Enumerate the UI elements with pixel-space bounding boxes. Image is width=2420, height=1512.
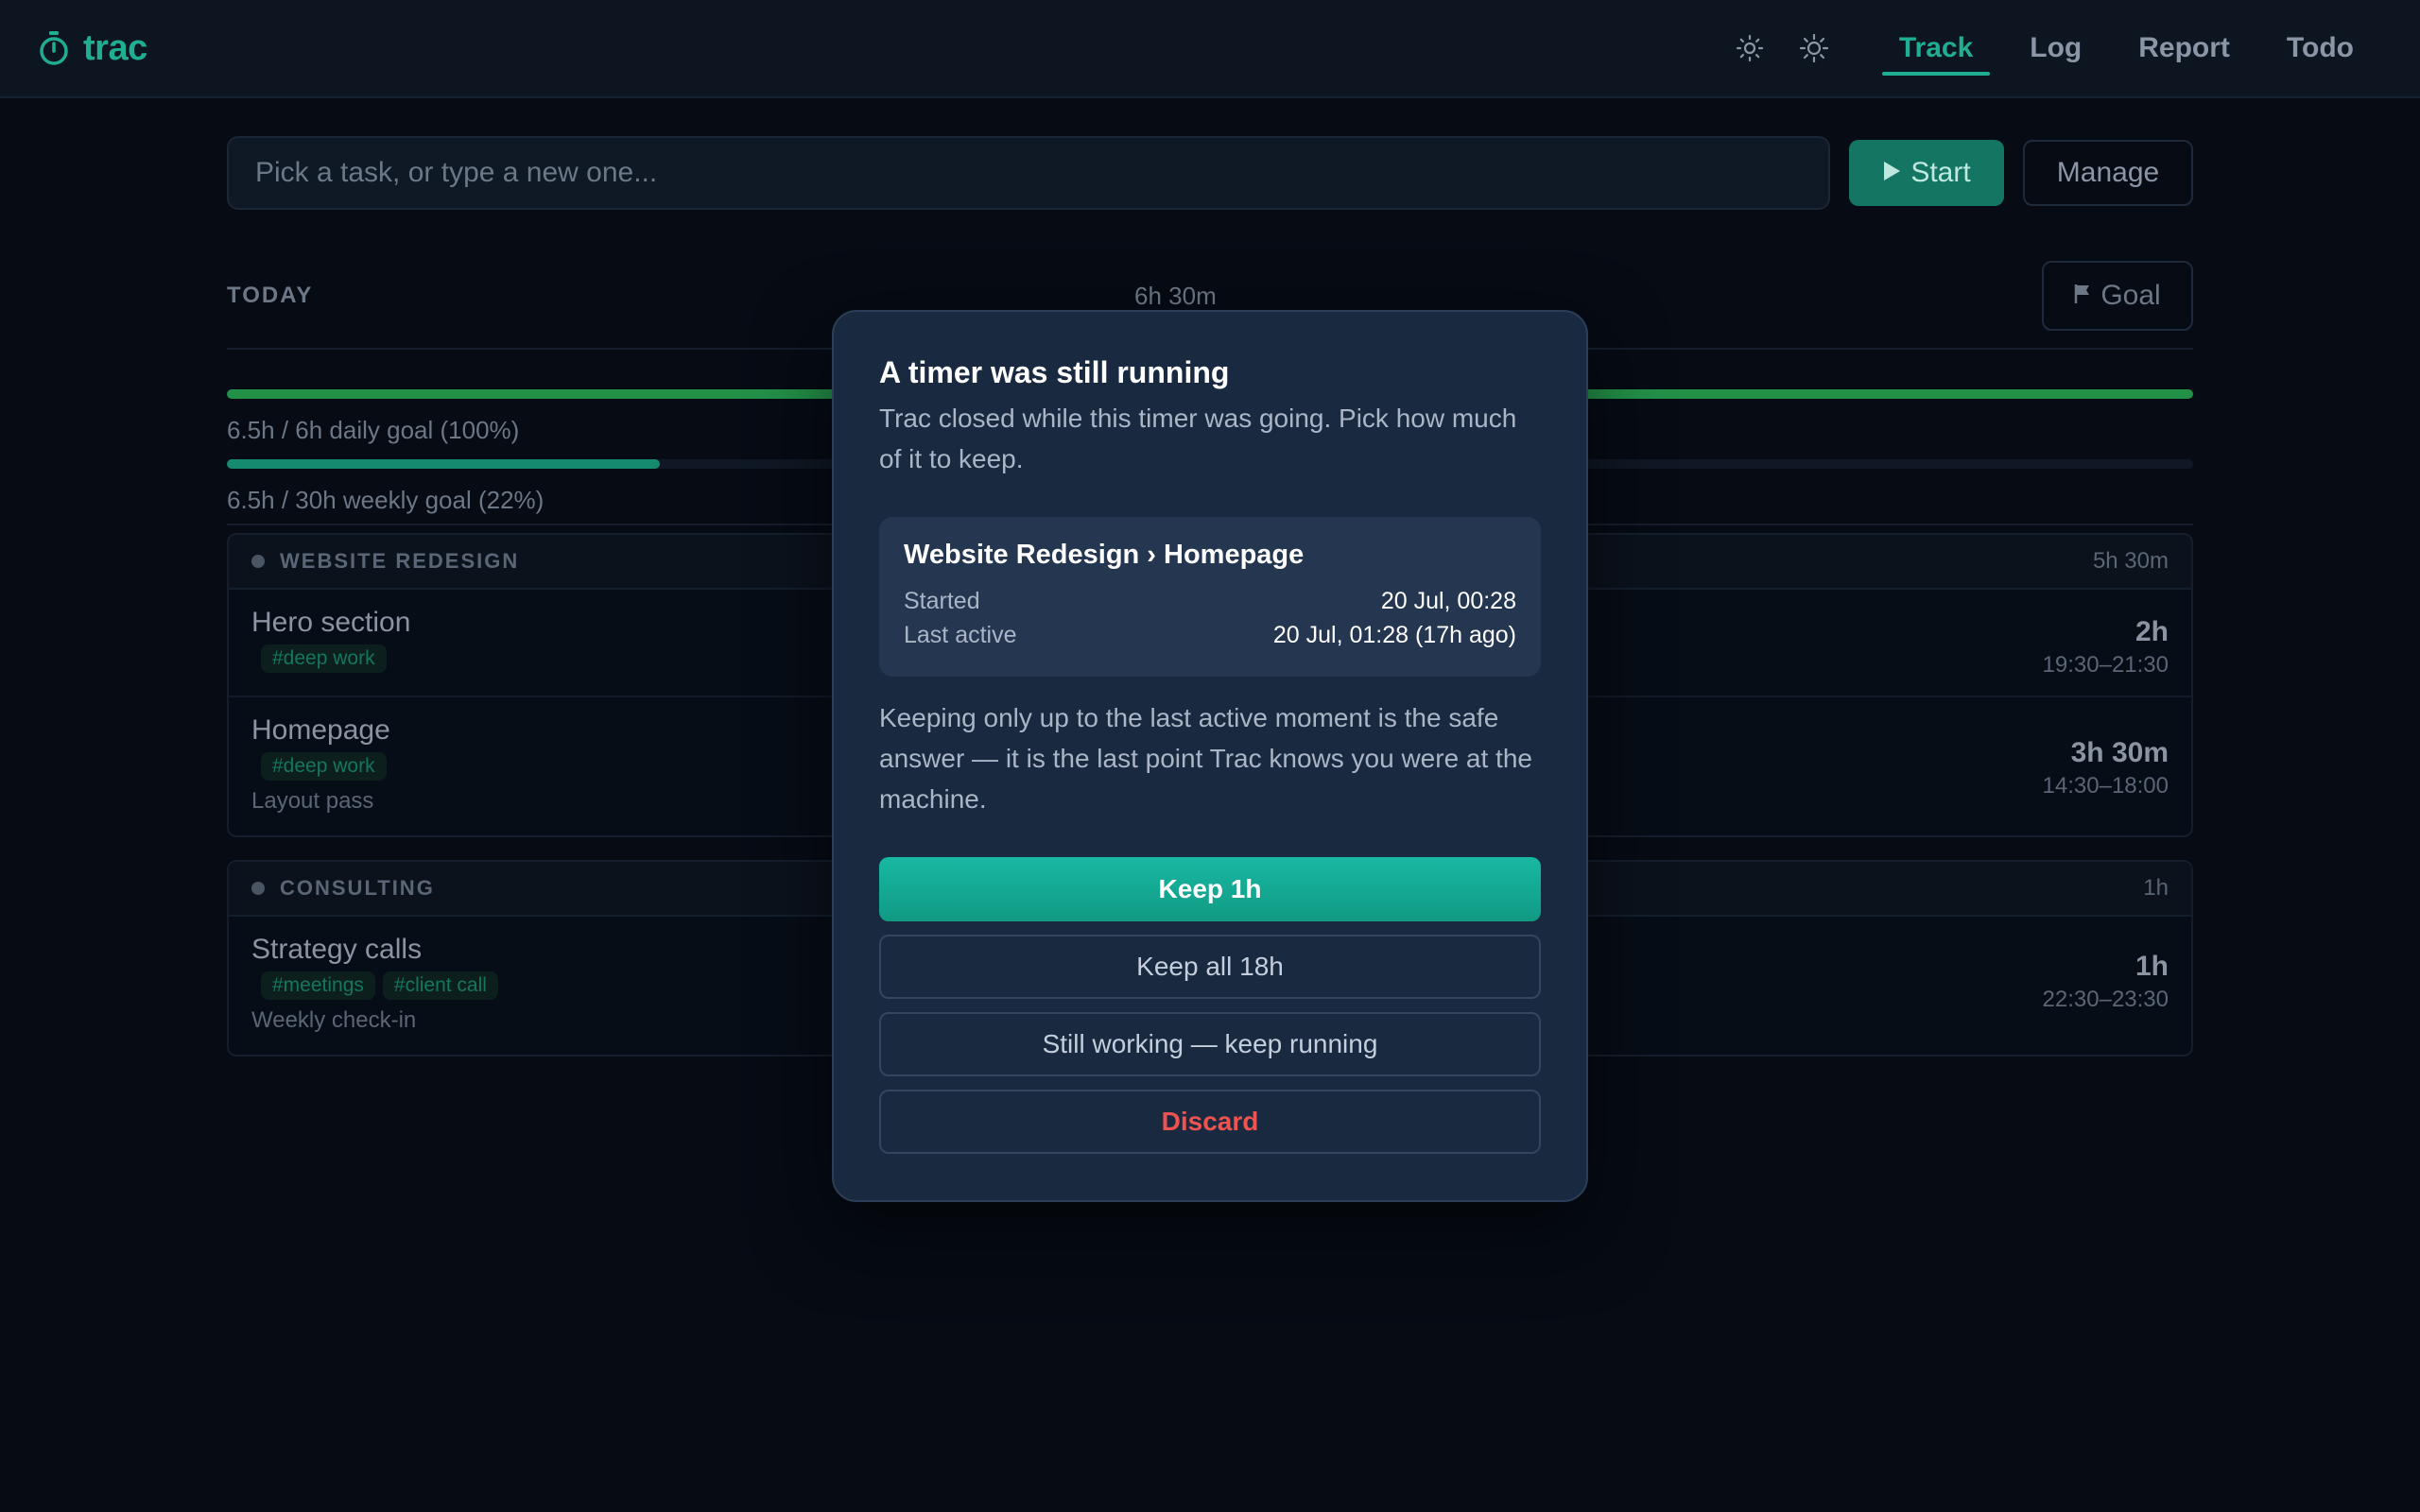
app-header: trac Track Log Report Todo bbox=[0, 0, 2420, 98]
sun-icon[interactable] bbox=[1788, 22, 1841, 75]
keep-1h-button[interactable]: Keep 1h bbox=[879, 857, 1541, 921]
entry-name: Homepage bbox=[251, 714, 390, 746]
today-label: TODAY bbox=[227, 283, 314, 308]
entry-tags: #deep work bbox=[261, 752, 390, 781]
sun-icon[interactable] bbox=[1723, 22, 1776, 75]
tag[interactable]: #meetings bbox=[261, 971, 375, 1000]
tab-todo[interactable]: Todo bbox=[2258, 0, 2382, 96]
task-input[interactable] bbox=[227, 136, 1830, 210]
start-button-label: Start bbox=[1910, 157, 1971, 188]
started-value: 20 Jul, 00:28 bbox=[1380, 588, 1516, 614]
timer-recovery-dialog: A timer was still running Trac closed wh… bbox=[832, 310, 1588, 1202]
project-total: 5h 30m bbox=[2092, 548, 2169, 574]
project-color-dot bbox=[251, 555, 265, 568]
manage-button[interactable]: Manage bbox=[2023, 140, 2193, 206]
project-title: WEBSITE REDESIGN bbox=[251, 549, 519, 574]
dialog-description: Trac closed while this timer was going. … bbox=[879, 404, 1517, 473]
tag[interactable]: #deep work bbox=[261, 644, 387, 673]
tag[interactable]: #deep work bbox=[261, 752, 387, 781]
entry-tags: #meetings #client call bbox=[261, 971, 498, 1000]
dialog-note: Keeping only up to the last active momen… bbox=[879, 703, 1532, 814]
started-label: Started bbox=[904, 588, 980, 614]
start-button[interactable]: Start bbox=[1849, 140, 2004, 206]
timer-info-box: Website Redesign › Homepage Started 20 J… bbox=[879, 517, 1541, 677]
tag[interactable]: #client call bbox=[382, 971, 498, 1000]
entry-duration: 3h 30m bbox=[2070, 737, 2169, 768]
project-title: CONSULTING bbox=[251, 876, 435, 901]
play-icon bbox=[1882, 157, 1901, 189]
entry-time-range: 19:30–21:30 bbox=[2042, 652, 2169, 678]
entry-name: Strategy calls bbox=[251, 934, 423, 965]
entry-time-range: 14:30–18:00 bbox=[2042, 773, 2169, 799]
brand[interactable]: trac bbox=[38, 28, 147, 69]
entry-note: Layout pass bbox=[251, 788, 374, 814]
discard-button[interactable]: Discard bbox=[879, 1090, 1541, 1154]
last-active-value: 20 Jul, 01:28 (17h ago) bbox=[1272, 622, 1516, 648]
project-name: CONSULTING bbox=[280, 876, 435, 900]
entry-name: Hero section bbox=[251, 607, 411, 638]
entry-note: Weekly check-in bbox=[251, 1007, 417, 1033]
last-active-label: Last active bbox=[904, 622, 1017, 648]
goal-button-label: Goal bbox=[2100, 280, 2161, 311]
entry-duration: 2h bbox=[2135, 616, 2169, 647]
flag-icon bbox=[2074, 280, 2091, 312]
keep-all-button[interactable]: Keep all 18h bbox=[879, 935, 1541, 999]
weekly-goal-fill bbox=[227, 459, 660, 469]
started-row: Started 20 Jul, 00:28 bbox=[904, 584, 1516, 618]
keep-running-button[interactable]: Still working — keep running bbox=[879, 1012, 1541, 1076]
header-actions: Track Log Report Todo bbox=[1723, 0, 2382, 96]
stopwatch-icon bbox=[38, 30, 70, 66]
project-name: WEBSITE REDESIGN bbox=[280, 549, 520, 573]
entry-time-range: 22:30–23:30 bbox=[2042, 987, 2169, 1012]
tab-log[interactable]: Log bbox=[2001, 0, 2110, 96]
track-view: Start Manage TODAY 6h 30m Goal 6.5h / 6h… bbox=[227, 136, 2193, 1057]
timer-task-path: Website Redesign › Homepage bbox=[904, 540, 1305, 570]
today-total: 6h 30m bbox=[1134, 281, 1217, 310]
dialog-title: A timer was still running bbox=[879, 355, 1230, 389]
tab-track[interactable]: Track bbox=[1871, 0, 2001, 96]
main-nav: Track Log Report Todo bbox=[1871, 0, 2382, 96]
brand-name: trac bbox=[83, 27, 147, 68]
entry-duration: 1h bbox=[2135, 951, 2169, 982]
last-active-row: Last active 20 Jul, 01:28 (17h ago) bbox=[904, 618, 1516, 652]
tab-report[interactable]: Report bbox=[2110, 0, 2258, 96]
project-color-dot bbox=[251, 882, 265, 895]
project-total: 1h bbox=[2143, 875, 2169, 901]
entry-tags: #deep work bbox=[261, 644, 410, 673]
daily-goal-text: 6.5h / 6h daily goal (100%) bbox=[227, 416, 520, 444]
goal-button[interactable]: Goal bbox=[2042, 261, 2193, 331]
task-row: Start Manage bbox=[227, 136, 2193, 210]
weekly-goal-text: 6.5h / 30h weekly goal (22%) bbox=[227, 486, 544, 514]
